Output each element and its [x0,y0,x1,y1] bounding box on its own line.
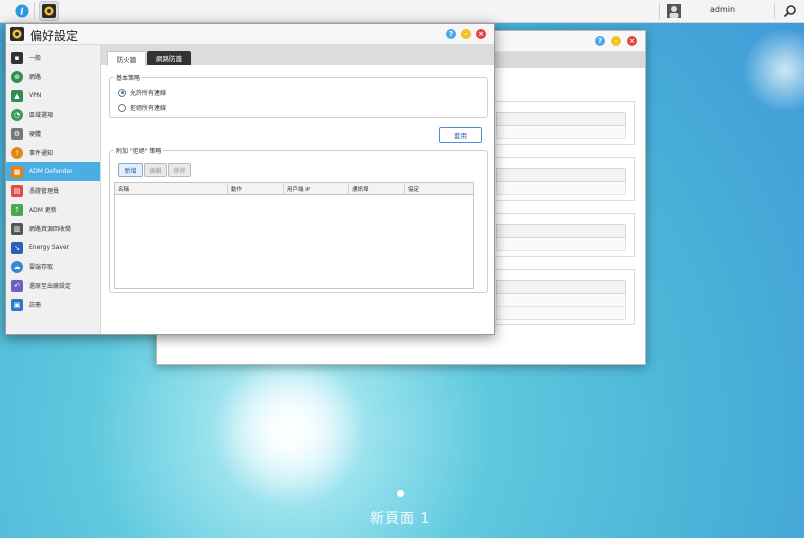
basic-policy-group: 基本策略 允許所有連線 拒絕所有連線 [109,73,488,118]
policy-table-header: 名稱 動作 用戶端 IP 通訊埠 協定 [115,183,473,195]
sidebar-item-adm-update[interactable]: ↑ ADM 更新 [6,200,100,219]
network-icon: ⊕ [11,70,23,83]
column-header-port[interactable]: 通訊埠 [349,183,405,194]
sidebar-item-label: Energy Saver [29,244,70,251]
sidebar-item-label: 硬體 [29,131,42,138]
help-icon[interactable]: ? [595,36,605,46]
sidebar-item-adm-defender[interactable]: ▦ ADM Defender [6,162,100,181]
close-icon[interactable]: × [476,29,486,39]
background-panel [487,213,635,257]
apply-button[interactable]: 套用 [439,127,482,143]
taskbar-separator [659,3,660,19]
sidebar-item-certificate[interactable]: ▤ 憑證管理員 [6,181,100,200]
notification-icon: ! [11,146,23,159]
remove-button[interactable]: 移除 [168,163,191,177]
region-icon: ◔ [11,108,23,121]
sidebar-item-hardware[interactable]: ⚙ 硬體 [6,124,100,143]
cloud-access-icon: ☁ [11,260,23,273]
page-indicator-dot[interactable] [397,490,404,497]
radio-button-selected[interactable] [118,88,126,97]
sidebar-item-region[interactable]: ◔ 區域選項 [6,105,100,124]
background-panel [487,269,635,325]
sidebar: ▪ 一般 ⊕ 網路 ▲ VPN ◔ 區域選項 ⚙ 硬體 ! 事件通知 ▦ ADM… [6,45,101,334]
sidebar-item-label: 一般 [29,55,42,62]
desktop-page-label: 新頁面 1 [370,511,431,527]
sidebar-item-general[interactable]: ▪ 一般 [6,48,100,67]
radio-allow-all[interactable]: 允許所有連線 [118,88,166,97]
sidebar-item-label: 網路資源回收筒 [29,226,72,233]
column-header-client-ip[interactable]: 用戶端 IP [284,183,349,194]
sidebar-item-label: ADM 更新 [29,207,57,214]
general-icon: ▪ [11,51,23,64]
radio-label: 拒絕所有連線 [130,105,167,112]
vpn-icon: ▲ [11,89,23,102]
sidebar-item-label: 事件通知 [29,150,54,157]
background-panel [487,101,635,145]
info-icon[interactable]: i [12,1,32,21]
minimize-icon[interactable]: – [461,29,471,39]
certificate-icon: ▤ [11,184,23,197]
registration-icon: ▣ [11,298,23,311]
sidebar-item-factory-reset[interactable]: ↶ 還原至出廠設定 [6,276,100,295]
desktop-glow [200,350,380,510]
radio-deny-all[interactable]: 拒絕所有連線 [118,103,166,112]
sidebar-item-recycle-bin[interactable]: ▥ 網路資源回收筒 [6,219,100,238]
tab-bar: 防火牆 網路防護 [101,45,494,66]
sidebar-item-vpn[interactable]: ▲ VPN [6,86,100,105]
sidebar-item-notification[interactable]: ! 事件通知 [6,143,100,162]
preferences-window[interactable]: 偏好設定 ? – × ▪ 一般 ⊕ 網路 ▲ VPN ◔ 區域選項 ⚙ 硬體 !… [5,23,495,335]
taskbar: i admin [0,0,804,23]
sidebar-item-label: VPN [29,92,42,99]
sidebar-item-label: 雲端存取 [29,264,54,271]
sidebar-item-energy-saver[interactable]: ↘ Energy Saver [6,238,100,257]
close-icon[interactable]: × [627,36,637,46]
hardware-icon: ⚙ [11,127,23,140]
help-icon[interactable]: ? [446,29,456,39]
window-titlebar[interactable]: 偏好設定 ? – × [6,24,494,45]
sidebar-item-registration[interactable]: ▣ 註冊 [6,295,100,314]
energy-saver-icon: ↘ [11,241,23,254]
taskbar-separator [34,3,35,19]
desktop-glow [740,30,804,110]
factory-reset-icon: ↶ [11,279,23,292]
sidebar-item-label: 註冊 [29,302,42,309]
radio-label: 允許所有連線 [130,90,167,97]
settings-app-icon[interactable] [39,1,59,21]
sidebar-item-label: 還原至出廠設定 [29,283,72,290]
sidebar-item-label: ADM Defender [29,168,73,175]
search-icon[interactable] [780,1,800,21]
window-title: 偏好設定 [30,29,79,43]
defender-icon: ▦ [11,165,23,178]
policy-table[interactable]: 名稱 動作 用戶端 IP 通訊埠 協定 [114,182,474,289]
tab-firewall[interactable]: 防火牆 [107,51,146,66]
svg-text:i: i [20,8,24,18]
user-icon[interactable] [664,1,684,21]
basic-policy-legend: 基本策略 [116,75,141,82]
sidebar-item-label: 區域選項 [29,112,54,119]
settings-app-icon [10,27,24,43]
sidebar-item-label: 網路 [29,74,42,81]
column-header-action[interactable]: 動作 [228,183,284,194]
minimize-icon[interactable]: – [611,36,621,46]
taskbar-separator [774,3,775,19]
sidebar-item-label: 憑證管理員 [29,188,60,195]
username-label[interactable]: admin [710,5,735,14]
column-header-name[interactable]: 名稱 [115,183,228,194]
column-header-protocol[interactable]: 協定 [405,183,473,194]
deny-policy-legend: 附加 "拒絕" 策略 [116,148,162,155]
radio-button[interactable] [118,103,126,112]
background-panel [487,157,635,201]
edit-button[interactable]: 編輯 [144,163,167,177]
deny-policy-group: 附加 "拒絕" 策略 新增 編輯 移除 名稱 動作 用戶端 IP 通訊埠 協定 [109,146,488,293]
tab-network-defense[interactable]: 網路防護 [147,51,191,65]
add-button[interactable]: 新增 [118,163,143,177]
sidebar-item-network[interactable]: ⊕ 網路 [6,67,100,86]
sidebar-item-cloud-access[interactable]: ☁ 雲端存取 [6,257,100,276]
update-icon: ↑ [11,203,23,216]
recycle-bin-icon: ▥ [11,222,23,235]
